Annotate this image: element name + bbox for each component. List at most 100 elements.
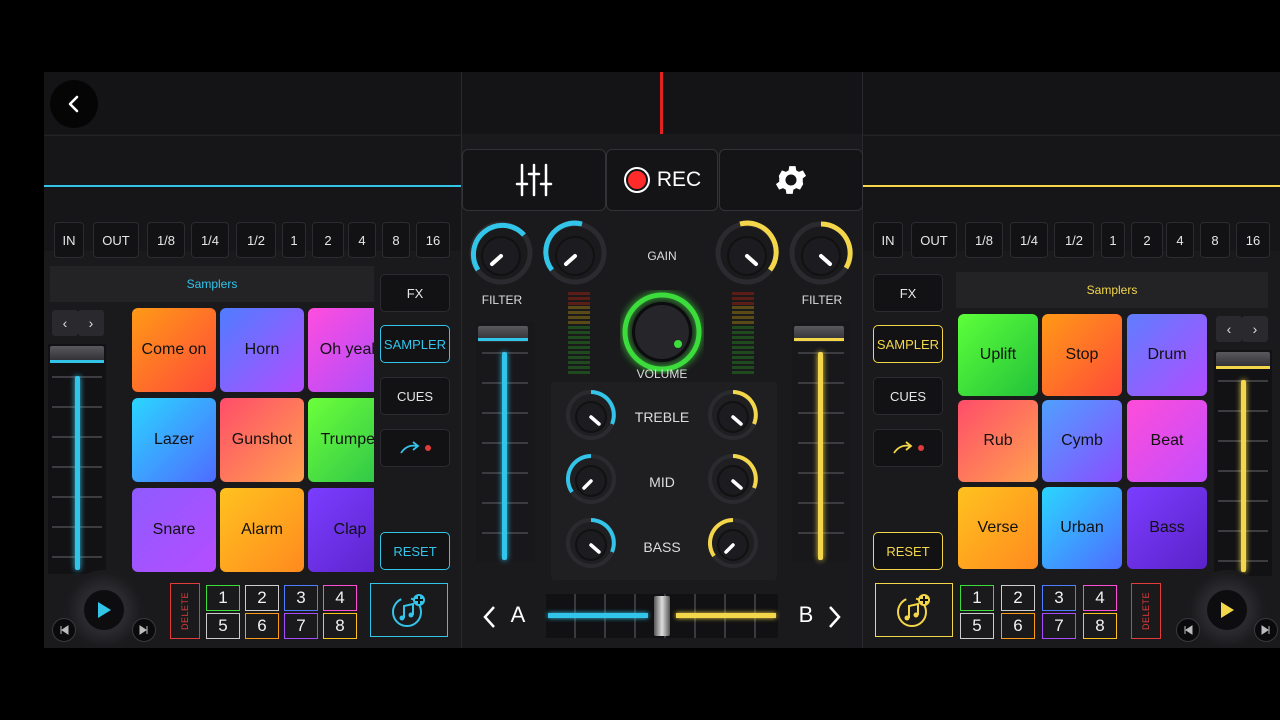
right-loop-1-8-button[interactable]: 1/8 bbox=[965, 222, 1003, 258]
right-loop-out-button[interactable]: OUT bbox=[911, 222, 957, 258]
left-previous-track-button[interactable] bbox=[52, 618, 76, 642]
right-next-track-button[interactable] bbox=[1254, 618, 1278, 642]
left-sync-button[interactable] bbox=[380, 429, 450, 467]
left-filter-knob[interactable] bbox=[468, 220, 534, 286]
left-cues-button[interactable]: CUES bbox=[380, 377, 450, 415]
right-pad-stop[interactable]: Stop bbox=[1042, 314, 1122, 396]
right-bass-knob[interactable] bbox=[706, 516, 760, 570]
master-volume-knob[interactable] bbox=[620, 290, 704, 374]
left-cue-6[interactable]: 6 bbox=[245, 613, 279, 639]
left-loop-1-button[interactable]: 1 bbox=[282, 222, 306, 258]
right-channel-fader-handle[interactable] bbox=[794, 326, 844, 342]
left-reset-button[interactable]: RESET bbox=[380, 532, 450, 570]
right-loop-4-button[interactable]: 4 bbox=[1166, 222, 1194, 258]
left-loop-1-4-button[interactable]: 1/4 bbox=[191, 222, 229, 258]
deck-b-next-icon[interactable] bbox=[824, 604, 844, 630]
back-button[interactable] bbox=[50, 80, 98, 128]
right-pitch-fader[interactable] bbox=[1214, 350, 1272, 576]
left-loop-1-2-button[interactable]: 1/2 bbox=[236, 222, 276, 258]
left-pad-come-on[interactable]: Come on bbox=[132, 308, 216, 392]
right-pad-uplift[interactable]: Uplift bbox=[958, 314, 1038, 396]
settings-button[interactable] bbox=[719, 149, 863, 211]
left-pitch-fader-handle[interactable] bbox=[50, 346, 104, 363]
left-pad-snare[interactable]: Snare bbox=[132, 488, 216, 572]
left-pad-gunshot[interactable]: Gunshot bbox=[220, 398, 304, 482]
crossfader-handle[interactable] bbox=[654, 596, 670, 636]
left-channel-fader-handle[interactable] bbox=[478, 326, 528, 342]
right-add-music-button[interactable] bbox=[875, 583, 953, 637]
right-loop-in-button[interactable]: IN bbox=[873, 222, 903, 258]
right-sampler-button[interactable]: SAMPLER bbox=[873, 325, 943, 363]
left-loop-16-button[interactable]: 16 bbox=[416, 222, 450, 258]
equalizer-button[interactable] bbox=[462, 149, 606, 211]
left-play-button[interactable] bbox=[84, 590, 124, 630]
right-gain-knob[interactable] bbox=[714, 220, 780, 286]
left-cue-1[interactable]: 1 bbox=[206, 585, 240, 611]
left-cue-8[interactable]: 8 bbox=[323, 613, 357, 639]
left-loop-in-button[interactable]: IN bbox=[54, 222, 84, 258]
right-cue-2[interactable]: 2 bbox=[1001, 585, 1035, 611]
right-pad-drum[interactable]: Drum bbox=[1127, 314, 1207, 396]
right-delete-button[interactable]: DELETE bbox=[1131, 583, 1161, 639]
right-pitch-fader-handle[interactable] bbox=[1216, 352, 1270, 369]
left-pitch-fader[interactable] bbox=[48, 344, 106, 574]
right-previous-track-button[interactable] bbox=[1176, 618, 1200, 642]
left-loop-4-button[interactable]: 4 bbox=[348, 222, 376, 258]
right-loop-8-button[interactable]: 8 bbox=[1200, 222, 1230, 258]
right-pad-urban[interactable]: Urban bbox=[1042, 487, 1122, 569]
left-add-music-button[interactable] bbox=[370, 583, 448, 637]
left-fx-button[interactable]: FX bbox=[380, 274, 450, 312]
right-pad-rub[interactable]: Rub bbox=[958, 400, 1038, 482]
left-cue-2[interactable]: 2 bbox=[245, 585, 279, 611]
right-filter-knob[interactable] bbox=[788, 220, 854, 286]
right-cue-8[interactable]: 8 bbox=[1083, 613, 1117, 639]
right-loop-1-4-button[interactable]: 1/4 bbox=[1010, 222, 1048, 258]
right-samplers-prev-button[interactable]: ‹ bbox=[1216, 316, 1242, 342]
left-bass-knob[interactable] bbox=[564, 516, 618, 570]
right-pad-cymb[interactable]: Cymb bbox=[1042, 400, 1122, 482]
deck-a-prev-icon[interactable] bbox=[480, 604, 500, 630]
left-pad-oh-yeah[interactable]: Oh yeah bbox=[308, 308, 374, 392]
left-samplers-next-button[interactable]: › bbox=[78, 310, 104, 336]
right-reset-button[interactable]: RESET bbox=[873, 532, 943, 570]
left-cue-5[interactable]: 5 bbox=[206, 613, 240, 639]
left-pad-lazer[interactable]: Lazer bbox=[132, 398, 216, 482]
right-loop-1-2-button[interactable]: 1/2 bbox=[1054, 222, 1094, 258]
left-sampler-button[interactable]: SAMPLER bbox=[380, 325, 450, 363]
left-cue-4[interactable]: 4 bbox=[323, 585, 357, 611]
right-cue-5[interactable]: 5 bbox=[960, 613, 994, 639]
right-loop-16-button[interactable]: 16 bbox=[1236, 222, 1270, 258]
left-gain-knob[interactable] bbox=[542, 220, 608, 286]
left-loop-2-button[interactable]: 2 bbox=[312, 222, 344, 258]
left-treble-knob[interactable] bbox=[564, 388, 618, 442]
right-loop-1-button[interactable]: 1 bbox=[1101, 222, 1125, 258]
left-cue-7[interactable]: 7 bbox=[284, 613, 318, 639]
right-mid-knob[interactable] bbox=[706, 452, 760, 506]
left-pad-clap[interactable]: Clap bbox=[308, 488, 374, 572]
record-button[interactable]: REC bbox=[606, 149, 718, 211]
right-pad-beat[interactable]: Beat bbox=[1127, 400, 1207, 482]
left-mid-knob[interactable] bbox=[564, 452, 618, 506]
right-cue-4[interactable]: 4 bbox=[1083, 585, 1117, 611]
left-cue-3[interactable]: 3 bbox=[284, 585, 318, 611]
right-samplers-next-button[interactable]: › bbox=[1242, 316, 1268, 342]
right-cue-7[interactable]: 7 bbox=[1042, 613, 1076, 639]
left-next-track-button[interactable] bbox=[132, 618, 156, 642]
left-channel-fader[interactable] bbox=[476, 322, 534, 562]
right-cue-6[interactable]: 6 bbox=[1001, 613, 1035, 639]
right-cue-1[interactable]: 1 bbox=[960, 585, 994, 611]
left-loop-8-button[interactable]: 8 bbox=[382, 222, 410, 258]
right-play-button[interactable] bbox=[1207, 590, 1247, 630]
left-pad-horn[interactable]: Horn bbox=[220, 308, 304, 392]
right-sync-button[interactable] bbox=[873, 429, 943, 467]
right-fx-button[interactable]: FX bbox=[873, 274, 943, 312]
left-samplers-prev-button[interactable]: ‹ bbox=[52, 310, 78, 336]
right-cue-3[interactable]: 3 bbox=[1042, 585, 1076, 611]
right-pad-verse[interactable]: Verse bbox=[958, 487, 1038, 569]
left-loop-out-button[interactable]: OUT bbox=[93, 222, 139, 258]
left-pad-trumpet[interactable]: Trumpet bbox=[308, 398, 374, 482]
right-pad-bass[interactable]: Bass bbox=[1127, 487, 1207, 569]
right-loop-2-button[interactable]: 2 bbox=[1131, 222, 1163, 258]
crossfader[interactable] bbox=[546, 594, 778, 638]
left-loop-1-8-button[interactable]: 1/8 bbox=[147, 222, 185, 258]
